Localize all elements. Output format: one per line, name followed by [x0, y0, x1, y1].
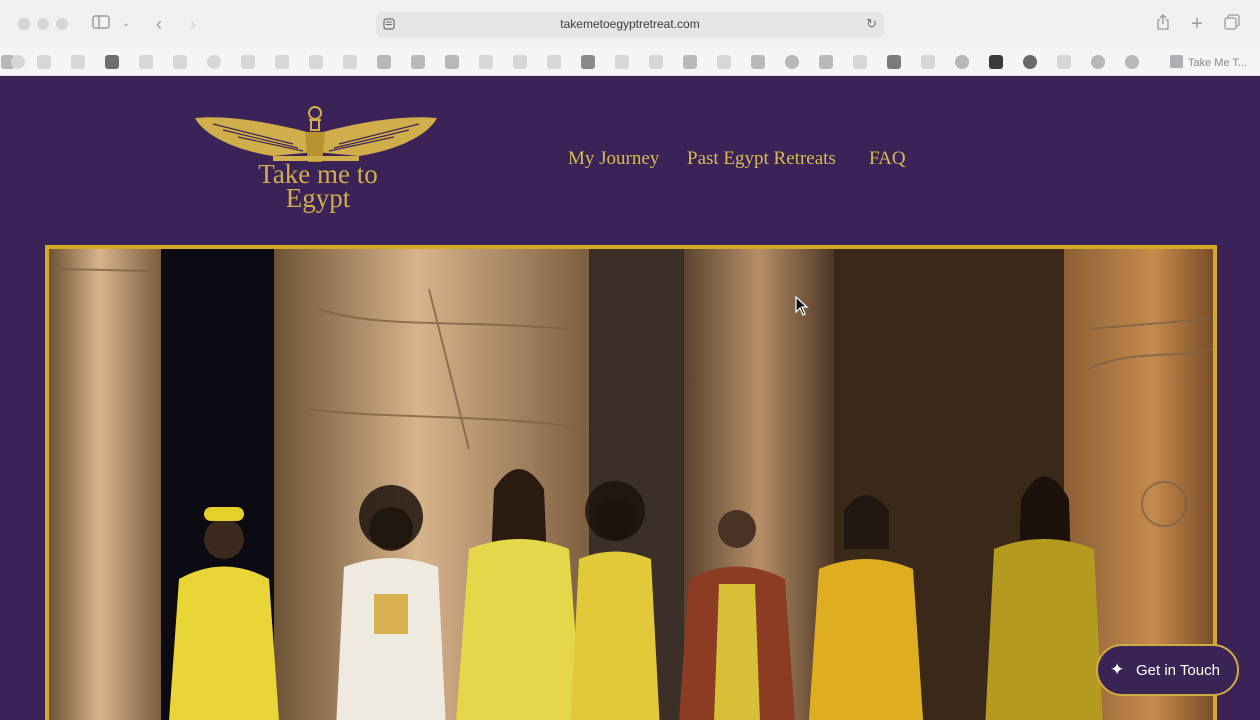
browser-toolbar: ⌄ ‹ › takemetoegyptretreat.com ↻ +	[0, 0, 1260, 48]
favorite-icon[interactable]	[1057, 55, 1071, 69]
website: Take me to Egypt My Journey Past Egypt R…	[0, 76, 1260, 720]
favorite-icon[interactable]	[751, 55, 765, 69]
favorites-bar: Take Me T...	[0, 48, 1260, 76]
favorite-icon[interactable]	[411, 55, 425, 69]
site-logo[interactable]: Take me to Egypt	[193, 104, 443, 224]
sidebar-toggle-icon[interactable]	[91, 14, 111, 34]
logo-text-line2: Egypt	[285, 183, 351, 213]
favorite-icon[interactable]	[717, 55, 731, 69]
favorite-icon[interactable]	[139, 55, 153, 69]
favorite-icon[interactable]	[445, 55, 459, 69]
favorite-icon[interactable]	[819, 55, 833, 69]
favorite-icon[interactable]	[241, 55, 255, 69]
close-window-button[interactable]	[18, 18, 30, 30]
share-icon[interactable]	[1154, 14, 1172, 34]
favorite-icon[interactable]	[173, 55, 187, 69]
favorite-icon[interactable]	[1125, 55, 1139, 69]
favorite-icon[interactable]	[207, 55, 221, 69]
favorite-icon[interactable]	[1091, 55, 1105, 69]
favorite-icon[interactable]	[105, 55, 119, 69]
mouse-cursor-icon	[795, 296, 809, 316]
chevron-down-icon[interactable]: ⌄	[120, 14, 132, 34]
site-icon	[1170, 55, 1183, 68]
favorite-icon[interactable]	[921, 55, 935, 69]
favorite-icon[interactable]	[785, 55, 799, 69]
favorite-tab-label: Take Me T...	[1188, 57, 1248, 69]
nav-my-journey[interactable]: My Journey	[568, 148, 659, 170]
favorite-icon[interactable]	[887, 55, 901, 69]
new-tab-icon[interactable]: +	[1188, 14, 1206, 34]
favorite-icon[interactable]	[955, 55, 969, 69]
back-arrow-icon[interactable]: ‹	[150, 14, 168, 34]
favorite-icon[interactable]	[1023, 55, 1037, 69]
address-bar[interactable]: takemetoegyptretreat.com ↻	[376, 12, 884, 38]
favorite-icon[interactable]	[989, 55, 1003, 69]
favorite-icon[interactable]	[71, 55, 85, 69]
reload-icon[interactable]: ↻	[866, 16, 877, 32]
favorite-icon[interactable]	[37, 55, 51, 69]
favorite-icon[interactable]	[649, 55, 663, 69]
get-in-touch-button[interactable]: ✦ Get in Touch	[1096, 644, 1239, 696]
favorite-icon[interactable]	[377, 55, 391, 69]
favorite-icon[interactable]	[513, 55, 527, 69]
favorite-icon[interactable]	[275, 55, 289, 69]
favorite-icon[interactable]	[581, 55, 595, 69]
nav-past-egypt-retreats[interactable]: Past Egypt Retreats	[687, 148, 836, 170]
forward-arrow-icon[interactable]: ›	[184, 14, 202, 34]
nav-faq[interactable]: FAQ	[869, 148, 906, 170]
cta-label: Get in Touch	[1136, 662, 1220, 679]
favorite-icon[interactable]	[683, 55, 697, 69]
favorite-icon[interactable]	[547, 55, 561, 69]
favorite-icon[interactable]	[11, 55, 25, 69]
zoom-window-button[interactable]	[56, 18, 68, 30]
minimize-window-button[interactable]	[37, 18, 49, 30]
favorite-icon[interactable]	[615, 55, 629, 69]
tab-overview-icon[interactable]	[1222, 14, 1242, 34]
hero-image	[45, 245, 1217, 720]
favorite-icon[interactable]	[853, 55, 867, 69]
favorite-tab[interactable]: Take Me T...	[1170, 55, 1247, 69]
address-url: takemetoegyptretreat.com	[560, 17, 700, 31]
favorite-icon[interactable]	[343, 55, 357, 69]
favorite-icon[interactable]	[479, 55, 493, 69]
sparkle-icon: ✦	[1110, 660, 1125, 679]
favorite-icon[interactable]	[309, 55, 323, 69]
